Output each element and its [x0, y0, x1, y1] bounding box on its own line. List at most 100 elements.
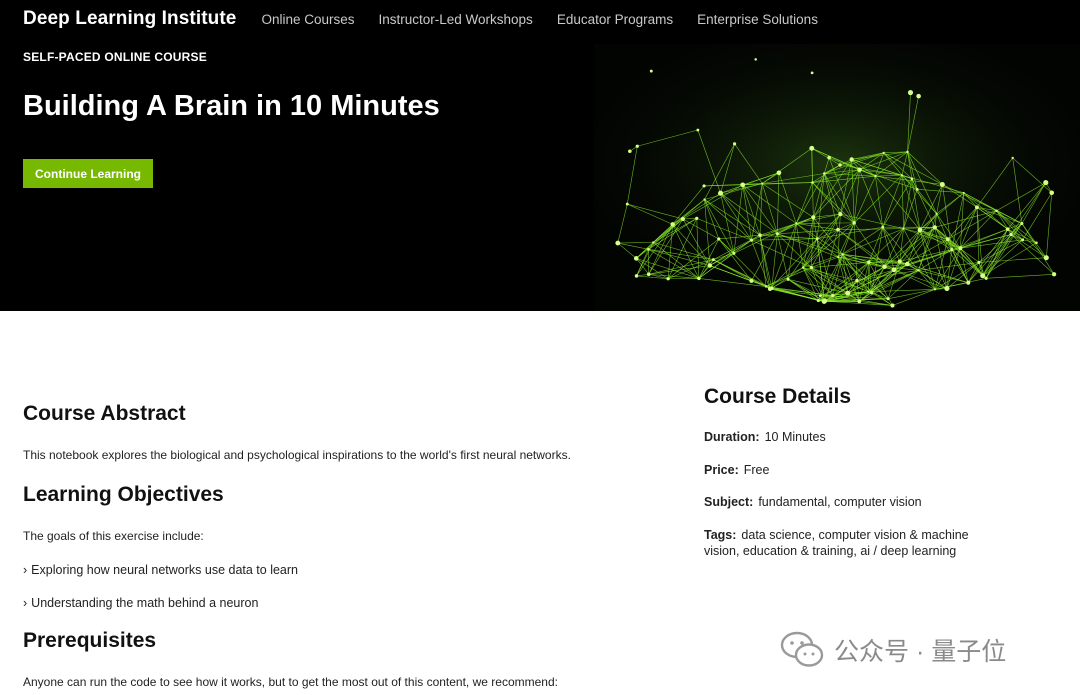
detail-label: Duration:	[704, 430, 760, 444]
network-node	[838, 211, 843, 217]
top-navbar: Deep Learning Institute Online Courses I…	[0, 0, 1080, 38]
network-node	[801, 266, 805, 269]
neural-network-image	[594, 44, 1080, 311]
nav-enterprise-solutions[interactable]: Enterprise Solutions	[697, 12, 818, 27]
abstract-text: This notebook explores the biological an…	[23, 448, 571, 462]
network-node	[786, 277, 790, 281]
detail-label: Subject:	[704, 495, 754, 509]
nav-online-courses[interactable]: Online Courses	[261, 12, 354, 27]
network-node	[977, 260, 981, 264]
network-node	[680, 216, 685, 222]
course-title: Building A Brain in 10 Minutes	[23, 90, 440, 122]
network-node	[732, 142, 737, 146]
detail-label: Tags:	[704, 528, 737, 542]
network-node	[761, 182, 764, 185]
watermark: 公众号 · 量子位	[780, 630, 1006, 670]
nav-instructor-led-workshops[interactable]: Instructor-Led Workshops	[378, 12, 532, 27]
network-node	[897, 259, 902, 264]
hero-banner: Deep Learning Institute Online Courses I…	[0, 0, 1080, 311]
objectives-intro: The goals of this exercise include:	[23, 529, 204, 543]
network-node	[754, 58, 757, 61]
network-node	[702, 184, 706, 188]
network-node	[905, 261, 910, 267]
network-node	[836, 227, 840, 232]
network-node	[615, 240, 621, 246]
network-node	[958, 246, 963, 251]
network-node	[867, 260, 871, 264]
network-node	[939, 182, 945, 187]
network-node	[974, 205, 979, 210]
network-node	[966, 280, 971, 285]
continue-learning-button[interactable]: Continue Learning	[23, 159, 153, 188]
network-node	[932, 225, 937, 230]
network-node	[867, 290, 870, 293]
network-node	[869, 290, 874, 295]
network-node	[732, 251, 736, 255]
network-node	[881, 225, 885, 229]
network-node	[749, 278, 754, 283]
network-node	[910, 177, 914, 181]
detail-value: fundamental, computer vision	[758, 495, 922, 509]
network-node	[821, 299, 827, 304]
network-node	[852, 221, 856, 225]
network-node	[635, 144, 639, 148]
nav-educator-programs[interactable]: Educator Programs	[557, 12, 673, 27]
detail-tags: Tags: data science, computer vision & mac…	[704, 527, 994, 559]
network-node	[917, 227, 923, 233]
network-node	[995, 209, 998, 212]
objectives-heading: Learning Objectives	[23, 483, 224, 506]
network-node	[933, 288, 937, 291]
watermark-text: 公众号 · 量子位	[834, 638, 1007, 666]
wechat-icon	[780, 631, 824, 667]
network-node	[907, 89, 914, 96]
network-node	[811, 181, 814, 184]
objective-item: › Exploring how neural networks use data …	[23, 563, 298, 577]
objective-text: Understanding the math behind a neuron	[31, 596, 259, 610]
network-node	[984, 276, 988, 280]
course-type-label: SELF-PACED ONLINE COURSE	[23, 50, 207, 64]
network-node	[886, 297, 890, 301]
abstract-heading: Course Abstract	[23, 402, 186, 425]
network-node	[838, 163, 842, 167]
network-node	[945, 237, 950, 242]
network-node	[816, 299, 820, 303]
network-node	[633, 256, 639, 261]
chevron-right-icon: ›	[23, 596, 28, 610]
network-node	[815, 237, 819, 241]
network-node	[1009, 232, 1013, 237]
network-node	[770, 286, 774, 290]
network-node	[831, 293, 835, 298]
network-node	[841, 253, 844, 256]
network-node	[711, 258, 715, 262]
network-node	[1049, 190, 1055, 196]
network-node	[1051, 272, 1057, 277]
network-node	[776, 170, 782, 176]
detail-subject: Subject: fundamental, computer vision	[704, 494, 994, 510]
network-node	[625, 202, 629, 206]
objective-text: Exploring how neural networks use data t…	[31, 563, 298, 577]
chevron-right-icon: ›	[23, 563, 28, 577]
detail-value: data science, computer vision & machine …	[704, 528, 969, 558]
network-node	[915, 187, 919, 191]
network-node	[649, 69, 653, 73]
network-node	[758, 233, 762, 237]
network-node	[962, 191, 965, 194]
detail-value: 10 Minutes	[764, 430, 826, 444]
network-node	[634, 274, 639, 278]
objective-item: › Understanding the math behind a neuron	[23, 596, 258, 610]
network-node	[818, 294, 822, 298]
network-node	[882, 151, 885, 154]
network-node	[1035, 241, 1038, 245]
network-node	[857, 299, 862, 304]
network-node	[944, 285, 950, 292]
network-node	[849, 157, 854, 162]
network-node	[1020, 221, 1024, 226]
network-node	[647, 248, 650, 251]
network-node	[837, 256, 840, 259]
network-node	[1005, 227, 1010, 231]
network-node	[906, 150, 909, 154]
network-node	[628, 149, 632, 154]
network-node	[703, 198, 706, 201]
network-node	[1021, 238, 1025, 242]
brand-logo[interactable]: Deep Learning Institute	[23, 8, 236, 30]
